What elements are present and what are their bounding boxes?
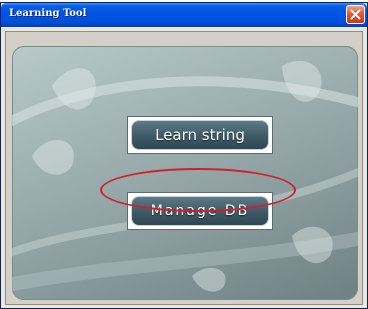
floral-background <box>12 60 358 292</box>
close-button[interactable] <box>346 5 365 24</box>
learn-string-label: Learn string <box>131 120 269 150</box>
manage-db-button[interactable]: Manage DB <box>127 192 273 230</box>
skin-panel: Learn string Manage DB <box>12 46 358 300</box>
window-title: Learning Tool <box>9 8 87 19</box>
title-bar[interactable]: Learning Tool <box>1 3 367 27</box>
client-area: Learn string Manage DB <box>5 31 363 305</box>
manage-db-label: Manage DB <box>131 196 269 226</box>
app-window: Learning Tool Learn string Manage DB <box>0 2 368 309</box>
learn-string-button[interactable]: Learn string <box>127 116 273 154</box>
close-icon <box>350 9 361 20</box>
